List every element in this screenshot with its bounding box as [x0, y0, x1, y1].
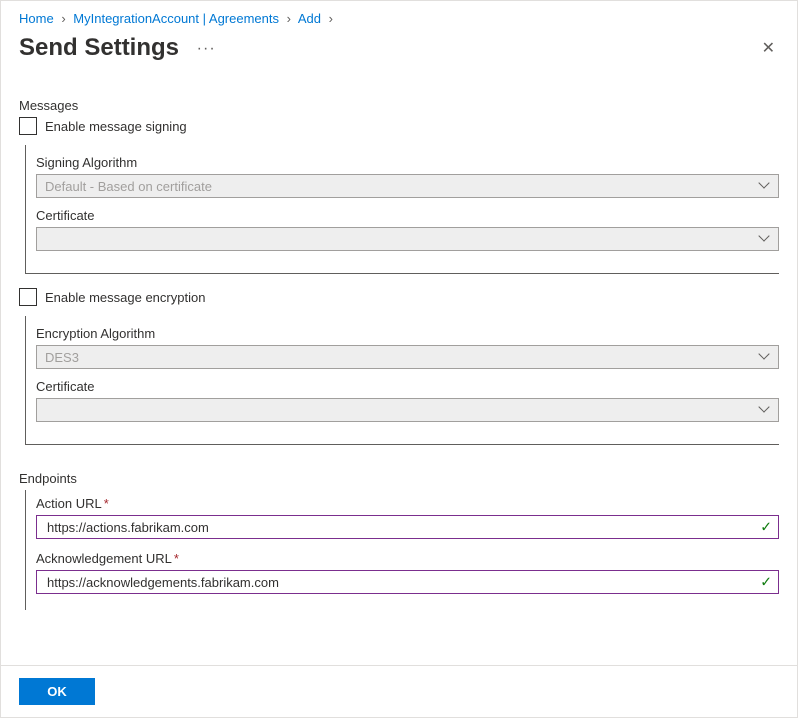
signing-certificate-label: Certificate — [36, 208, 779, 223]
enable-encryption-label: Enable message encryption — [45, 290, 205, 305]
signing-algo-select[interactable]: Default - Based on certificate — [36, 174, 779, 198]
page-title: Send Settings — [19, 34, 179, 61]
signing-certificate-select[interactable] — [36, 227, 779, 251]
endpoints-section-label: Endpoints — [19, 471, 779, 486]
required-icon: * — [104, 496, 109, 511]
action-url-input[interactable] — [45, 519, 752, 536]
encryption-algo-value: DES3 — [45, 350, 79, 365]
action-url-label-text: Action URL — [36, 496, 102, 511]
chevron-right-icon: › — [287, 11, 291, 26]
chevron-right-icon: › — [329, 11, 333, 26]
enable-encryption-checkbox[interactable] — [19, 288, 37, 306]
chevron-down-icon — [760, 234, 770, 244]
title-wrap: Send Settings ··· — [19, 34, 216, 62]
chevron-right-icon: › — [61, 11, 65, 26]
enable-signing-label: Enable message signing — [45, 119, 187, 134]
action-url-label: Action URL* — [36, 496, 779, 511]
breadcrumb-account[interactable]: MyIntegrationAccount | Agreements — [73, 11, 279, 26]
enable-encryption-row: Enable message encryption — [19, 288, 779, 306]
close-icon[interactable]: ✕ — [758, 34, 779, 62]
panel: Home › MyIntegrationAccount | Agreements… — [0, 0, 798, 718]
signing-algo-value: Default - Based on certificate — [45, 179, 212, 194]
enable-signing-row: Enable message signing — [19, 117, 779, 135]
encryption-algo-select[interactable]: DES3 — [36, 345, 779, 369]
chevron-down-icon — [760, 405, 770, 415]
chevron-down-icon — [760, 352, 770, 362]
breadcrumb: Home › MyIntegrationAccount | Agreements… — [1, 1, 797, 26]
encryption-certificate-label: Certificate — [36, 379, 779, 394]
footer: OK — [1, 665, 797, 717]
enable-signing-checkbox[interactable] — [19, 117, 37, 135]
content: Messages Enable message signing Signing … — [1, 72, 797, 665]
title-row: Send Settings ··· ✕ — [1, 26, 797, 72]
signing-group: Signing Algorithm Default - Based on cer… — [25, 145, 779, 274]
ack-url-label: Acknowledgement URL* — [36, 551, 779, 566]
ok-button[interactable]: OK — [19, 678, 95, 705]
encryption-group: Encryption Algorithm DES3 Certificate — [25, 316, 779, 445]
encryption-algo-label: Encryption Algorithm — [36, 326, 779, 341]
action-url-field-wrap: ✓ — [36, 515, 779, 539]
ack-url-field-wrap: ✓ — [36, 570, 779, 594]
checkmark-icon: ✓ — [760, 574, 772, 591]
ack-url-input[interactable] — [45, 574, 752, 591]
encryption-certificate-select[interactable] — [36, 398, 779, 422]
ack-url-label-text: Acknowledgement URL — [36, 551, 172, 566]
chevron-down-icon — [760, 181, 770, 191]
breadcrumb-add[interactable]: Add — [298, 11, 321, 26]
required-icon: * — [174, 551, 179, 566]
messages-section-label: Messages — [19, 98, 779, 113]
breadcrumb-home[interactable]: Home — [19, 11, 54, 26]
endpoints-group: Action URL* ✓ Acknowledgement URL* ✓ — [25, 490, 779, 610]
checkmark-icon: ✓ — [760, 519, 772, 536]
signing-algo-label: Signing Algorithm — [36, 155, 779, 170]
more-icon[interactable]: ··· — [197, 40, 216, 57]
